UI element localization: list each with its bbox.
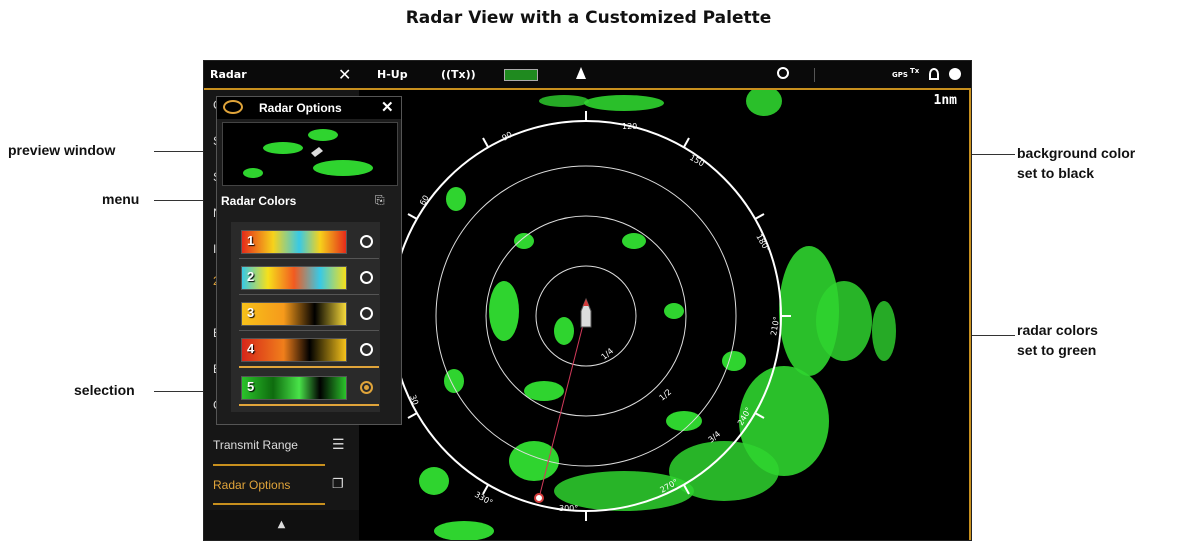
gps-icon: GPS <box>892 71 908 79</box>
palette-option-3[interactable]: 3 <box>239 296 379 330</box>
divider <box>213 464 325 466</box>
palette-swatch: 3 <box>241 302 347 326</box>
callout-radar-colors-line2: set to green <box>1017 342 1097 358</box>
frame-accent <box>969 90 971 540</box>
radar-colors-menu-header: Radar Colors <box>221 194 297 208</box>
menu-icon[interactable]: ⎘ <box>375 193 385 208</box>
radar-screen: 120 90 150 60 180° 210° 240° 270° 300° 3… <box>203 60 972 541</box>
svg-text:180°: 180° <box>754 233 771 254</box>
navigation-icon <box>949 68 961 80</box>
page-title: Radar View with a Customized Palette <box>405 8 772 28</box>
svg-text:330°: 330° <box>473 490 494 507</box>
svg-text:120: 120 <box>622 122 637 131</box>
orientation-mode[interactable]: H-Up <box>377 68 408 81</box>
palette-option-5[interactable]: 5 <box>239 370 379 404</box>
transmit-icon: Tx <box>910 67 920 75</box>
menu-item-transmit-range[interactable]: Transmit Range ☰ <box>204 430 359 460</box>
palette-radio[interactable] <box>360 307 373 320</box>
list-icon: ☰ <box>332 436 345 452</box>
range-indicator: 1nm <box>933 93 957 108</box>
palette-radio-selected[interactable] <box>360 381 373 394</box>
palette-option-2[interactable]: 2 <box>239 260 379 294</box>
transmit-status[interactable]: ((Tx)) <box>441 68 476 81</box>
divider <box>213 503 325 505</box>
palette-option-4[interactable]: 4 <box>239 332 379 366</box>
palette-swatch: 4 <box>241 338 347 362</box>
dialog-title: Radar Options <box>259 101 342 115</box>
app-title: Radar <box>210 68 247 81</box>
svg-text:1/4: 1/4 <box>600 346 616 361</box>
palette-radio[interactable] <box>360 343 373 356</box>
menu-item-radar-options[interactable]: Radar Options ❐ <box>204 470 359 500</box>
palette-swatch: 5 <box>241 376 347 400</box>
palette-list: 1 2 3 4 5 <box>231 222 380 412</box>
radar-options-dialog: Radar Options ✕ Radar Colors ⎘ 1 2 3 4 5 <box>216 96 402 425</box>
window-icon: ❐ <box>332 476 344 491</box>
divider <box>814 68 815 82</box>
close-icon[interactable]: ✕ <box>338 65 351 84</box>
palette-radio[interactable] <box>360 271 373 284</box>
eye-icon <box>223 100 243 114</box>
preview-window <box>222 122 398 186</box>
svg-text:300°: 300° <box>559 504 578 513</box>
callout-background-color-line2: set to black <box>1017 165 1095 181</box>
svg-text:60: 60 <box>418 194 431 207</box>
svg-text:150: 150 <box>688 153 706 168</box>
svg-text:1/2: 1/2 <box>658 387 674 402</box>
palette-radio[interactable] <box>360 235 373 248</box>
north-compass-icon <box>777 67 789 79</box>
palette-option-1[interactable]: 1 <box>239 224 379 258</box>
callout-radar-colors-line1: radar colors <box>1017 322 1098 338</box>
close-icon[interactable]: ✕ <box>381 98 394 116</box>
callout-preview-window: preview window <box>8 142 116 158</box>
callout-menu: menu <box>102 191 140 207</box>
callout-selection: selection <box>74 382 135 398</box>
radar-echoes <box>419 86 896 540</box>
gain-bar-icon <box>504 69 538 81</box>
callout-background-color-line1: background color <box>1017 145 1136 161</box>
sonar-icon <box>929 68 939 80</box>
svg-text:30: 30 <box>408 394 420 407</box>
palette-swatch: 2 <box>241 266 347 290</box>
expand-menu-button[interactable]: ▲ <box>204 510 359 540</box>
heading-arrow-icon <box>576 67 586 79</box>
top-status-bar: Radar ✕ H-Up ((Tx)) GPS Tx <box>204 61 971 90</box>
cursor-marker <box>534 493 544 503</box>
palette-swatch: 1 <box>241 230 347 254</box>
dialog-header: Radar Options ✕ <box>217 97 401 119</box>
